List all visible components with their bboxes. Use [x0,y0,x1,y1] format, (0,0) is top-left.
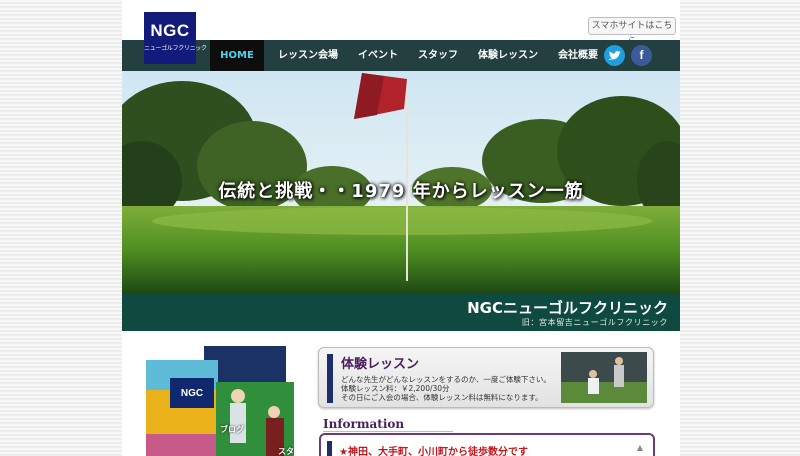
hero-band-title: NGCニューゴルフクリニック [467,299,668,317]
logo-sub-text: ニューゴルフクリニック [144,45,207,52]
trial-line-3: その日にご入会の場合、体験レッスン料は無料になります。 [341,393,543,402]
trial-lesson-text: どんな先生がどんなレッスンをするのか、一度ご体験下さい。 体験レッスン料：￥2,… [341,375,551,402]
trial-lesson-banner[interactable]: 体験レッスン どんな先生がどんなレッスンをするのか、一度ご体験下さい。 体験レッ… [318,347,654,408]
nav-lesson-venue[interactable]: レッスン会場 [268,40,348,71]
nav-staff[interactable]: スタッフ [408,40,468,71]
blog-staff-banner[interactable]: NGC ブログ スタッフ [146,346,296,456]
info-item-access[interactable]: ★神田、大手町、小川町から徒歩数分です [339,443,528,456]
twitter-icon[interactable] [604,45,625,66]
logo-main-text: NGC [150,21,190,40]
hero-tagline: 伝統と挑戦・・1979 年からレッスン一筋 [218,181,584,202]
nav-event[interactable]: イベント [348,40,408,71]
nav-company[interactable]: 会社概要 [548,40,608,71]
nav-trial-lesson[interactable]: 体験レッスン [468,40,548,71]
trial-line-1: どんな先生がどんなレッスンをするのか、一度ご体験下さい。 [341,375,551,384]
smartphone-site-link[interactable]: スマホサイトはこちら [588,17,676,47]
nav-home[interactable]: HOME [210,40,264,71]
trial-lesson-title: 体験レッスン [341,357,420,372]
svg-text:NGC: NGC [181,388,203,399]
hero-image: 伝統と挑戦・・1979 年からレッスン一筋 [122,71,680,293]
staff-label: スタッフ [278,447,294,456]
lesson-photo [561,352,647,403]
scroll-up-icon[interactable]: ▲ [637,443,643,452]
blog-label: ブログ [220,425,244,434]
information-box: ★神田、大手町、小川町から徒歩数分です ▲ [319,433,655,456]
trial-accent-bar [327,354,333,403]
header: NGC ニューゴルフクリニック スマホサイトはこちら [122,0,680,64]
blog-staff-collage: NGC [146,346,294,456]
site-logo[interactable]: NGC ニューゴルフクリニック [144,12,207,64]
information-rule [323,431,453,432]
social-links: f [604,45,652,66]
hero-band: NGCニューゴルフクリニック 旧：宮本留吉ニューゴルフクリニック [122,293,680,331]
hero-band-subtitle: 旧：宮本留吉ニューゴルフクリニック [521,318,668,327]
facebook-icon[interactable]: f [631,45,652,66]
information-heading: Information [323,417,405,431]
trial-line-2: 体験レッスン料：￥2,200/30分 [341,384,450,393]
info-accent-bar [327,441,332,456]
page: NGC ニューゴルフクリニック スマホサイトはこちら HOME レッスン会場 イ… [122,0,680,456]
